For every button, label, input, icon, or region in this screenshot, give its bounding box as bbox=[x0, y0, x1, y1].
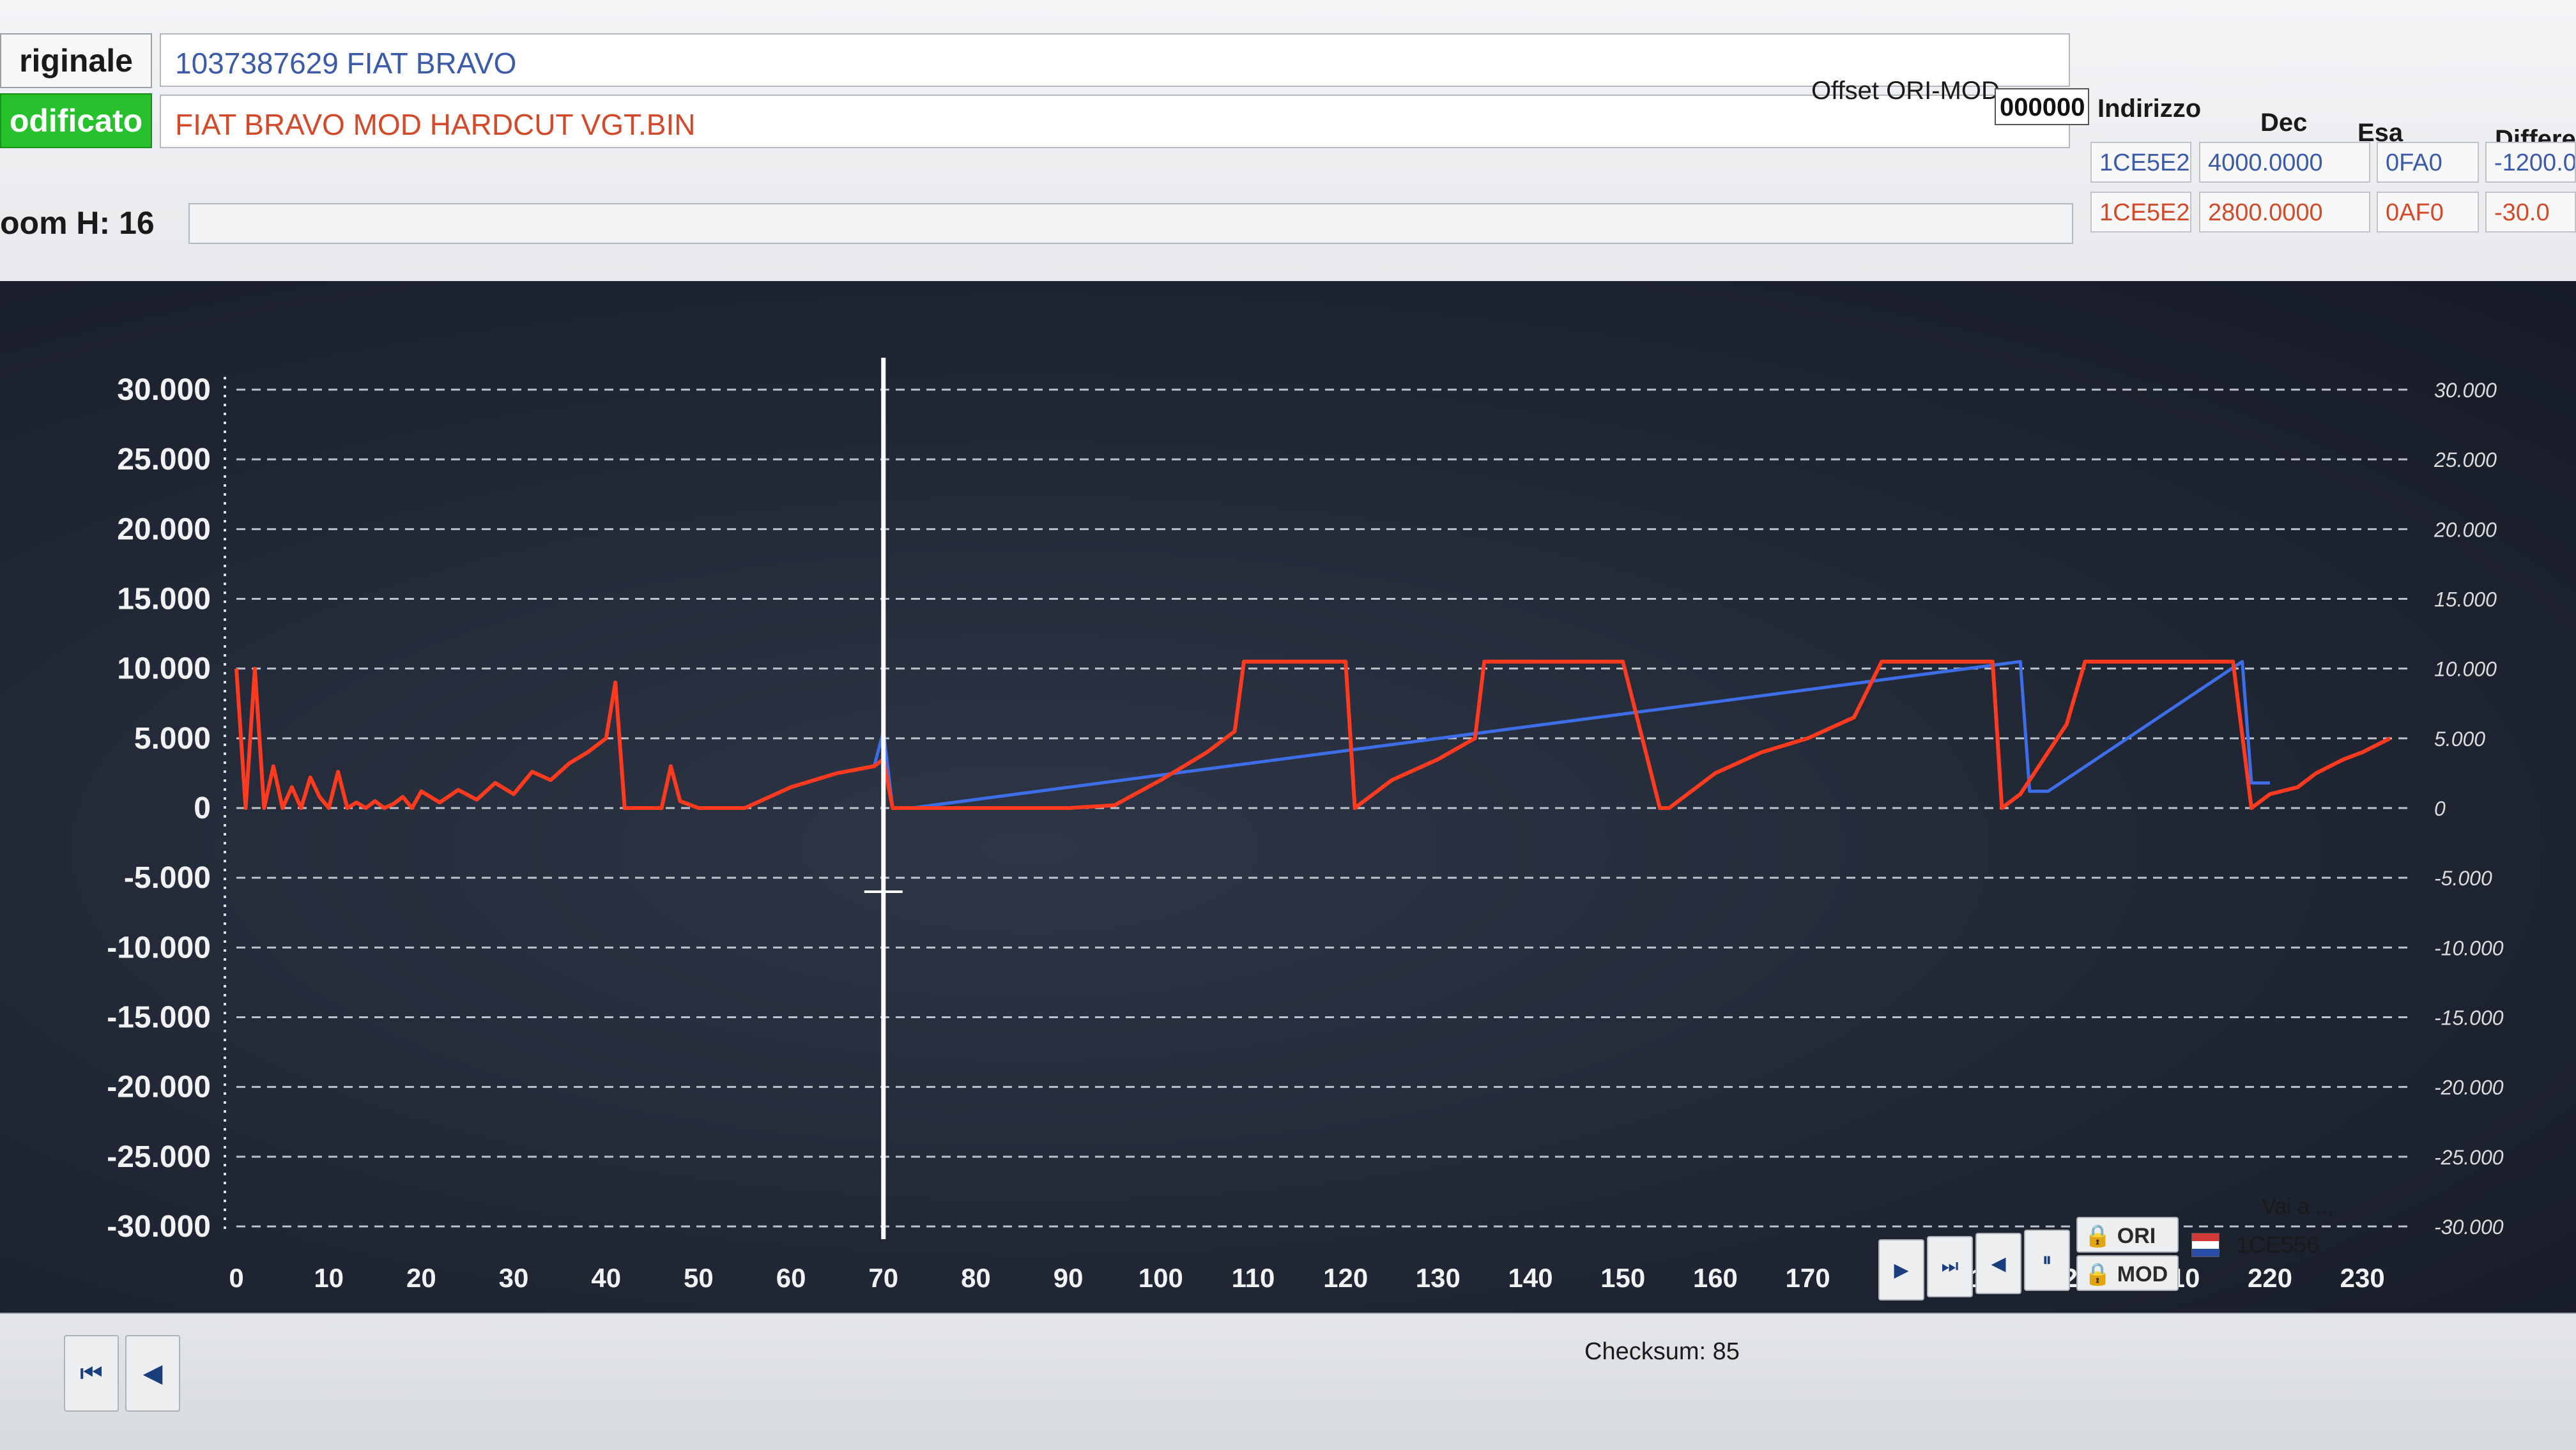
y-tick-label-right: -5.000 bbox=[2434, 867, 2492, 890]
y-tick-label-right: -30.000 bbox=[2434, 1216, 2504, 1239]
checksum-label: Checksum: 85 bbox=[1584, 1338, 1740, 1365]
original-file-name-field[interactable]: 1037387629 FIAT BRAVO bbox=[160, 33, 2070, 87]
x-tick-label: 0 bbox=[229, 1263, 243, 1293]
x-tick-label: 160 bbox=[1693, 1263, 1738, 1293]
zoom-label: oom H: 16 bbox=[0, 205, 155, 241]
flag-icon[interactable] bbox=[2191, 1233, 2220, 1257]
file-compare-panel: riginale odificato 1037387629 FIAT BRAVO… bbox=[0, 0, 2576, 337]
step-back-small-button[interactable]: ◀ bbox=[1975, 1233, 2021, 1294]
mod-diff-cell: -30.0 bbox=[2485, 192, 2576, 233]
y-tick-label-right: 0 bbox=[2434, 797, 2446, 820]
step-forward-icon: ▶ bbox=[1894, 1259, 1909, 1281]
y-tick-label-right: 25.000 bbox=[2434, 448, 2497, 471]
previous-button[interactable]: ◀ bbox=[125, 1335, 180, 1412]
x-tick-label: 80 bbox=[961, 1263, 991, 1293]
dec-column-header: Dec bbox=[2260, 109, 2308, 137]
lock-icon: 🔒 bbox=[2084, 1224, 2112, 1248]
modified-file-button[interactable]: odificato bbox=[0, 93, 152, 148]
series-mod-line bbox=[234, 659, 2391, 810]
step-forward-button[interactable]: ▶ bbox=[1878, 1239, 1924, 1301]
y-axis-right: 30.000 25.000 20.000 15.000 10.000 5.000 0 -5.0… bbox=[2434, 379, 2504, 1239]
x-tick-label: 110 bbox=[1232, 1263, 1275, 1293]
x-tick-label: 130 bbox=[1416, 1263, 1460, 1293]
x-tick-label: 10 bbox=[314, 1263, 344, 1293]
last-page-button[interactable]: ⏭ bbox=[1927, 1236, 1973, 1297]
map-graph-area[interactable]: 30.000 25.000 20.000 15.000 10.000 5.000 0 -5.0… bbox=[0, 281, 2576, 1313]
x-tick-label: 100 bbox=[1138, 1263, 1183, 1293]
y-tick-label-right: -15.000 bbox=[2434, 1007, 2504, 1030]
x-tick-label: 90 bbox=[1054, 1263, 1084, 1293]
map-line-chart[interactable]: 30.000 25.000 20.000 15.000 10.000 5.000 0 -5.0… bbox=[0, 281, 2576, 1313]
address-column-header: Indirizzo bbox=[2097, 95, 2202, 123]
y-tick-label-right: 5.000 bbox=[2434, 728, 2485, 751]
skip-first-icon: ⏮ bbox=[80, 1359, 103, 1387]
step-back-icon: ◀ bbox=[142, 1359, 163, 1387]
ori-lock-label: ORI bbox=[2117, 1224, 2156, 1248]
x-tick-label: 170 bbox=[1786, 1263, 1830, 1293]
ori-diff-cell: -1200.000 bbox=[2485, 142, 2576, 183]
chart-cursor[interactable] bbox=[864, 358, 903, 1239]
x-tick-label: 60 bbox=[776, 1263, 806, 1293]
y-tick-label: 0 bbox=[194, 791, 211, 825]
y-tick-label: 10.000 bbox=[117, 652, 211, 686]
first-page-button[interactable]: ⏮ bbox=[64, 1335, 119, 1412]
y-tick-label: 15.000 bbox=[117, 583, 211, 616]
y-tick-label: -20.000 bbox=[107, 1071, 211, 1104]
y-tick-label: 5.000 bbox=[134, 722, 211, 756]
y-tick-label-right: -10.000 bbox=[2434, 936, 2504, 959]
x-tick-label: 20 bbox=[406, 1263, 436, 1293]
y-tick-label: 20.000 bbox=[117, 512, 211, 546]
y-tick-label-right: 20.000 bbox=[2434, 518, 2497, 541]
zoom-scrollbar[interactable] bbox=[188, 203, 2073, 244]
original-file-button[interactable]: riginale bbox=[0, 33, 152, 88]
y-tick-label: -15.000 bbox=[107, 1001, 211, 1035]
chart-series bbox=[234, 659, 2391, 810]
y-tick-label: 25.000 bbox=[117, 443, 211, 477]
y-tick-label: 30.000 bbox=[117, 373, 211, 407]
modified-file-name-field[interactable]: FIAT BRAVO MOD HARDCUT VGT.BIN bbox=[160, 95, 2070, 148]
y-tick-label: -30.000 bbox=[107, 1210, 211, 1244]
y-tick-label: -25.000 bbox=[107, 1140, 211, 1174]
pause-button[interactable]: ⏸ bbox=[2024, 1230, 2070, 1291]
x-tick-label: 40 bbox=[591, 1263, 621, 1293]
y-tick-label-right: -20.000 bbox=[2434, 1076, 2504, 1099]
x-tick-label: 140 bbox=[1508, 1263, 1552, 1293]
x-tick-label: 220 bbox=[2248, 1263, 2292, 1293]
ori-hex-cell: 0FA0 bbox=[2377, 142, 2479, 183]
y-tick-label-right: -25.000 bbox=[2434, 1146, 2504, 1169]
y-tick-label-right: 15.000 bbox=[2434, 588, 2497, 611]
x-tick-label: 50 bbox=[684, 1263, 714, 1293]
x-tick-label: 30 bbox=[499, 1263, 529, 1293]
chart-grid bbox=[224, 377, 2409, 1233]
y-tick-label: -5.000 bbox=[124, 861, 211, 895]
ori-dec-cell: 4000.0000 bbox=[2199, 142, 2370, 183]
goto-label: Vai a ... bbox=[2262, 1194, 2334, 1219]
pause-icon: ⏸ bbox=[2042, 1249, 2052, 1271]
x-tick-label: 230 bbox=[2340, 1263, 2385, 1293]
x-tick-label: 70 bbox=[868, 1263, 898, 1293]
mod-lock-label: MOD bbox=[2117, 1262, 2168, 1286]
ori-address-cell: 1CE5E2 bbox=[2090, 142, 2191, 183]
y-tick-label-right: 30.000 bbox=[2434, 379, 2497, 402]
offset-field[interactable]: 000000 bbox=[1995, 88, 2089, 125]
bottom-toolbar bbox=[0, 1313, 2576, 1450]
x-tick-label: 120 bbox=[1323, 1263, 1368, 1293]
ori-lock-button[interactable]: 🔒 ORI bbox=[2076, 1217, 2179, 1253]
skip-last-icon: ⏭ bbox=[1941, 1256, 1959, 1277]
offset-label: Offset ORI-MOD bbox=[1811, 77, 2000, 105]
goto-address-field[interactable]: 1CE556 bbox=[2230, 1226, 2351, 1265]
mod-lock-button[interactable]: 🔒 MOD bbox=[2076, 1255, 2179, 1291]
step-back-small-icon: ◀ bbox=[1991, 1253, 2006, 1274]
y-tick-label: -10.000 bbox=[107, 931, 211, 965]
y-axis-left: 30.000 25.000 20.000 15.000 10.000 5.000 0 -5.0… bbox=[107, 373, 211, 1244]
mod-address-cell: 1CE5E2 bbox=[2090, 192, 2191, 233]
x-tick-label: 150 bbox=[1600, 1263, 1645, 1293]
mod-hex-cell: 0AF0 bbox=[2377, 192, 2479, 233]
y-tick-label-right: 10.000 bbox=[2434, 658, 2497, 681]
mod-dec-cell: 2800.0000 bbox=[2199, 192, 2370, 233]
lock-icon: 🔒 bbox=[2084, 1262, 2112, 1286]
